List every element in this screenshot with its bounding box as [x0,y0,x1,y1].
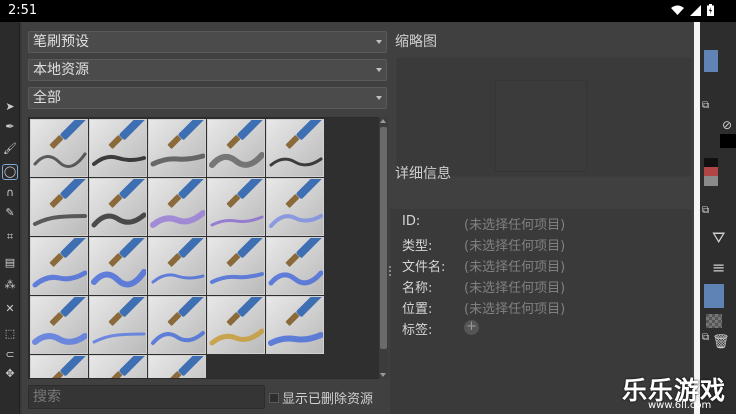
water-drop-preset[interactable] [148,355,206,378]
eraser-brush-preset[interactable] [30,119,88,177]
float-panel-icon[interactable]: ⧉ [702,205,709,216]
color-chip-gray[interactable] [704,176,718,186]
detail-value-filename: (未选择任何项目) [464,260,566,275]
bristle-blue-1-preset[interactable] [148,237,206,295]
chevron-down-icon [376,96,382,100]
flat-brush-smudge-2-preset[interactable] [89,296,147,354]
chevron-down-icon [376,68,382,72]
crop-icon[interactable]: ⌗ [3,230,17,244]
menu-icon[interactable]: ≡ [712,258,725,277]
bristle-blue-2-preset[interactable] [207,237,265,295]
marker-gray-brush-preset[interactable] [30,178,88,236]
wifi-icon [671,5,684,20]
preview-image [495,80,587,172]
preview-title: 缩略图 [395,34,437,50]
detail-label-name: 名称: [402,281,433,296]
hatching-pen-brush-preset[interactable] [266,119,324,177]
watercolor-blue-2-preset[interactable] [89,237,147,295]
resource-type-value: 笔刷预设 [33,34,89,50]
detail-value-type: (未选择任何项目) [464,239,566,254]
wet-brush-purple-preset[interactable] [207,178,265,236]
watermark-url: www.6ll.com [648,400,712,411]
detail-value-id: (未选择任何项目) [464,218,566,233]
detail-label-type: 类型: [402,239,433,254]
filter-icon[interactable]: ⛛ [712,228,725,248]
scroll-down-icon[interactable] [380,373,386,377]
color-chip-black[interactable] [720,134,736,148]
select-arrow-icon[interactable]: ➤ [3,100,17,114]
lasso-icon[interactable]: ⊂ [3,348,17,362]
ink-pen-brush-preset[interactable] [89,119,147,177]
tag-filter-dropdown[interactable]: 全部 [28,87,387,109]
status-time: 2:51 [8,3,38,18]
chevron-down-icon [376,40,382,44]
spray-texture-preset[interactable] [148,296,206,354]
ellipse-icon[interactable]: ◯ [2,164,18,180]
detail-label-filename: 文件名: [402,260,446,275]
sketch-pencil-brush-preset[interactable] [207,119,265,177]
move-icon[interactable]: ✥ [3,367,17,381]
detail-label-tags: 标签: [402,323,433,338]
brush-icon[interactable]: 🖌 [3,142,17,156]
show-deleted-option[interactable]: 显示已删除资源 [269,388,373,407]
detail-value-name: (未选择任何项目) [464,281,566,296]
left-toolbar: ➤ ✒ 🖌 ◯ ∩ ✎ ⌗ ▤ ⁂ ✕ ⬚ ⊂ ✥ [0,22,20,414]
path-icon[interactable]: ∩ [3,186,17,200]
tag-filter-value: 全部 [33,90,61,106]
filbert-brush-preset[interactable] [30,355,88,378]
resource-origin-value: 本地资源 [33,62,89,78]
scroll-up-icon[interactable] [380,119,386,123]
search-input[interactable] [28,385,265,409]
show-deleted-checkbox[interactable] [269,392,279,403]
detail-label-id: ID: [402,214,421,229]
blender-blue-preset[interactable] [266,296,324,354]
pen-nib-icon[interactable]: ✒ [3,120,17,134]
watercolor-blue-1-preset[interactable] [30,237,88,295]
palette-knife-brush-preset[interactable] [148,178,206,236]
detail-value-location: (未选择任何项目) [464,302,566,317]
panel-splitter-handle[interactable] [389,266,392,280]
liner-brush-preset[interactable] [89,355,147,378]
detail-label-location: 位置: [402,302,433,317]
calligraphy-icon[interactable]: ✎ [3,206,17,220]
airbrush-purple-preset[interactable] [266,178,324,236]
resource-grid [28,117,380,379]
transform-icon[interactable]: ✕ [3,302,17,316]
no-color-icon[interactable]: ⊘ [722,118,732,132]
color-chip-red[interactable] [704,167,718,176]
flat-brush-smudge-1-preset[interactable] [30,296,88,354]
trash-icon[interactable]: 🗑 [712,334,730,350]
right-docker: ⧉ ⊘ ⧉ ⛛ ≡ ⧉ 🗑 [700,22,736,414]
resource-manager-dialog: 笔刷预设 本地资源 全部 显示已删除资源 缩略图 详细信息 ID: (未选择任何… [22,22,694,414]
scrollbar-thumb[interactable] [380,127,387,349]
foreground-color-swatch[interactable] [704,50,718,72]
layer-thumbnail[interactable] [704,284,724,308]
float-panel-icon[interactable]: ⧉ [702,332,709,343]
resource-origin-dropdown[interactable]: 本地资源 [28,59,387,81]
grid-scrollbar[interactable] [379,117,388,379]
color-chip-dark[interactable] [704,158,718,167]
marker-dark-brush-preset[interactable] [89,178,147,236]
bristle-blue-3-preset[interactable] [266,237,324,295]
gradient-icon[interactable]: ▤ [3,256,17,270]
transparency-icon[interactable] [706,314,722,328]
rect-select-icon[interactable]: ⬚ [3,327,17,341]
signal-icon [690,4,701,20]
details-title: 详细信息 [395,166,451,182]
pencil-brush-preset[interactable] [148,119,206,177]
fill-icon[interactable]: ⁂ [3,278,17,292]
battery-icon [707,4,714,20]
show-deleted-label: 显示已删除资源 [282,392,374,407]
status-bar: 2:51 [0,0,736,22]
resource-type-dropdown[interactable]: 笔刷预设 [28,31,387,53]
sponge-texture-preset[interactable] [207,296,265,354]
add-tag-icon[interactable]: + [464,320,479,335]
float-panel-icon[interactable]: ⧉ [702,100,709,111]
